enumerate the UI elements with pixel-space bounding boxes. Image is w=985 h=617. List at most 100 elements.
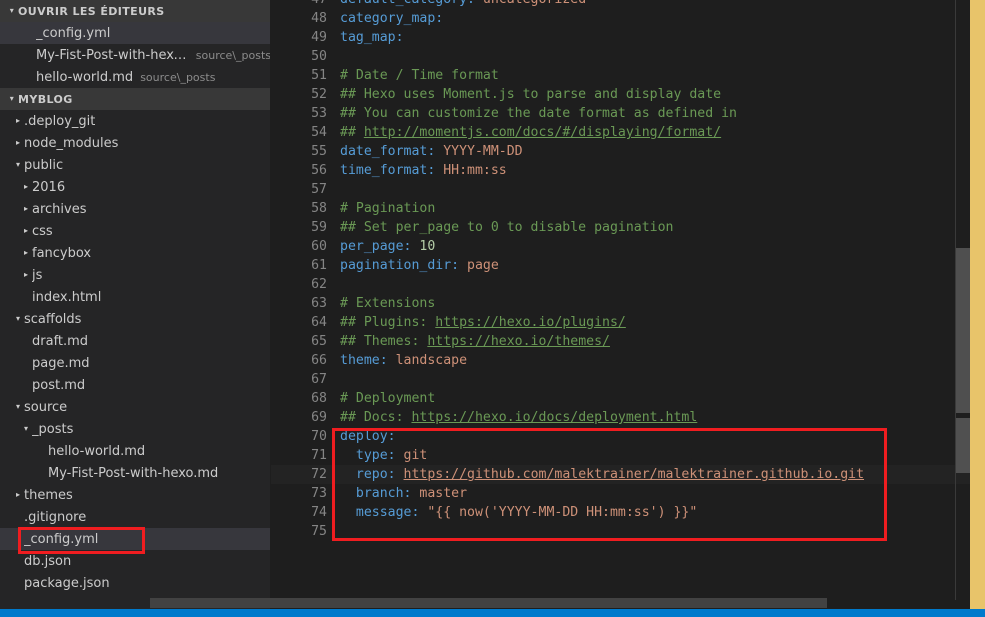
tree-item-label: post.md xyxy=(32,377,86,393)
code-line[interactable]: 59 ## Set per_page to 0 to disable pagina… xyxy=(271,218,985,237)
line-number: 54 xyxy=(311,125,327,140)
tree-item-themes[interactable]: ▸ themes xyxy=(0,484,271,506)
tree-item-post-md[interactable]: post.md xyxy=(0,374,271,396)
tree-item-source[interactable]: ▾ source xyxy=(0,396,271,418)
tree-item-2016[interactable]: ▸ 2016 xyxy=(0,176,271,198)
code-line[interactable]: 48 category_map: xyxy=(271,9,985,28)
tree-item-archives[interactable]: ▸ archives xyxy=(0,198,271,220)
section-header-open-editors[interactable]: ▾ OUVRIR LES ÉDITEURS xyxy=(0,0,271,22)
code-line[interactable]: 47default_category: uncategorized xyxy=(271,0,985,9)
tree-item-fancybox[interactable]: ▸ fancybox xyxy=(0,242,271,264)
code-link[interactable]: https://github.com/malektrainer/malektra… xyxy=(404,467,865,482)
chevron-down-icon: ▾ xyxy=(15,402,20,411)
code-token: theme: xyxy=(340,353,388,368)
tree-item-scaffolds[interactable]: ▾ scaffolds xyxy=(0,308,271,330)
code-line[interactable]: 51 # Date / Time format xyxy=(271,66,985,85)
code-token: # Extensions xyxy=(340,296,436,311)
code-token: HH:mm:ss xyxy=(435,163,507,178)
tree-item-db-json[interactable]: db.json xyxy=(0,550,271,572)
code-text: ## You can customize the date format as … xyxy=(271,104,985,123)
tree-item-label: index.html xyxy=(32,289,102,305)
code-line[interactable]: 69 ## Docs: https://hexo.io/docs/deployme… xyxy=(271,408,985,427)
code-line[interactable]: 49 tag_map: xyxy=(271,28,985,47)
tree-item-js[interactable]: ▸ js xyxy=(0,264,271,286)
open-editor-label: _config.yml xyxy=(36,25,111,41)
code-line[interactable]: 64 ## Plugins: https://hexo.io/plugins/ xyxy=(271,313,985,332)
code-text: # Date / Time format xyxy=(271,66,985,85)
chevron-right-icon: ▸ xyxy=(23,226,28,235)
vertical-scrollbar-thumb-secondary[interactable] xyxy=(956,418,970,473)
tree-item-my-fist-post-with-hexo-md[interactable]: My-Fist-Post-with-hexo.md xyxy=(0,462,271,484)
code-line[interactable]: 62 xyxy=(271,275,985,294)
code-line[interactable]: 72 repo: https://github.com/malektrainer… xyxy=(271,465,985,484)
code-link[interactable]: https://hexo.io/plugins/ xyxy=(435,315,626,330)
code-link[interactable]: https://hexo.io/themes/ xyxy=(427,334,610,349)
code-line[interactable]: 71 type: git xyxy=(271,446,985,465)
tree-item-public[interactable]: ▾ public xyxy=(0,154,271,176)
vertical-scrollbar-thumb[interactable] xyxy=(956,248,970,413)
code-token: repo: xyxy=(340,467,404,482)
tree-item-posts[interactable]: ▾ _posts xyxy=(0,418,271,440)
tree-item-deploy-git[interactable]: ▸ .deploy_git xyxy=(0,110,271,132)
code-line[interactable]: 70 deploy: xyxy=(271,427,985,446)
chevron-right-icon: ▸ xyxy=(23,204,28,213)
code-line[interactable]: 58 # Pagination xyxy=(271,199,985,218)
line-number: 73 xyxy=(311,486,327,501)
line-number: 48 xyxy=(311,11,327,26)
open-editor-item-my-fist-post[interactable]: My-Fist-Post-with-hexo.md source\_posts xyxy=(0,44,271,66)
line-number: 63 xyxy=(311,296,327,311)
code-line[interactable]: 53 ## You can customize the date format a… xyxy=(271,104,985,123)
code-line[interactable]: 67 xyxy=(271,370,985,389)
tree-item-label: themes xyxy=(24,487,73,503)
code-link[interactable]: http://momentjs.com/docs/#/displaying/fo… xyxy=(364,125,721,140)
code-editor[interactable]: 47default_category: uncategorized48categ… xyxy=(271,0,985,617)
tree-item-label: draft.md xyxy=(32,333,89,349)
code-line[interactable]: 74 message: "{{ now('YYYY-MM-DD HH:mm:ss… xyxy=(271,503,985,522)
tree-item-config-yml[interactable]: _config.yml xyxy=(0,528,271,550)
code-token: ## Docs: xyxy=(340,410,412,425)
open-editor-item-hello-world[interactable]: hello-world.md source\_posts xyxy=(0,66,271,88)
line-number: 55 xyxy=(311,144,327,159)
open-editor-item-config-yml[interactable]: _config.yml xyxy=(0,22,271,44)
code-line[interactable]: 57 xyxy=(271,180,985,199)
code-line[interactable]: 50 xyxy=(271,47,985,66)
tree-item-gitignore[interactable]: .gitignore xyxy=(0,506,271,528)
tree-item-node-modules[interactable]: ▸ node_modules xyxy=(0,132,271,154)
code-token: tag_map: xyxy=(340,30,404,45)
code-link[interactable]: https://hexo.io/docs/deployment.html xyxy=(411,410,697,425)
open-editor-label: My-Fist-Post-with-hexo.md xyxy=(36,47,189,63)
chevron-right-icon: ▸ xyxy=(23,182,28,191)
code-token: type: xyxy=(340,448,396,463)
code-line[interactable]: 56 time_format: HH:mm:ss xyxy=(271,161,985,180)
code-line[interactable]: 60 per_page: 10 xyxy=(271,237,985,256)
tree-item-css[interactable]: ▸ css xyxy=(0,220,271,242)
code-viewport[interactable]: 47default_category: uncategorized48categ… xyxy=(271,0,985,617)
code-token: default_category: xyxy=(340,0,475,7)
tree-item-draft-md[interactable]: draft.md xyxy=(0,330,271,352)
tree-item-page-md[interactable]: page.md xyxy=(0,352,271,374)
code-line[interactable]: 54 ## http://momentjs.com/docs/#/displayi… xyxy=(271,123,985,142)
horizontal-scrollbar-thumb[interactable] xyxy=(150,598,827,608)
status-bar[interactable] xyxy=(0,609,985,617)
section-header-myblog[interactable]: ▾ MYBLOG xyxy=(0,88,271,110)
code-line[interactable]: 63 # Extensions xyxy=(271,294,985,313)
code-line[interactable]: 73 branch: master xyxy=(271,484,985,503)
code-line[interactable]: 55 date_format: YYYY-MM-DD xyxy=(271,142,985,161)
code-line[interactable]: 66 theme: landscape xyxy=(271,351,985,370)
tree-item-package-json[interactable]: package.json xyxy=(0,572,271,594)
code-line[interactable]: 65 ## Themes: https://hexo.io/themes/ xyxy=(271,332,985,351)
line-number: 69 xyxy=(311,410,327,425)
chevron-down-icon: ▾ xyxy=(9,6,15,15)
tree-item-label: .deploy_git xyxy=(24,113,96,129)
code-text: date_format: YYYY-MM-DD xyxy=(271,142,985,161)
tree-item-hello-world-md[interactable]: hello-world.md xyxy=(0,440,271,462)
code-token: "{{ now('YYYY-MM-DD HH:mm:ss') }}" xyxy=(419,505,698,520)
code-line[interactable]: 61 pagination_dir: page xyxy=(271,256,985,275)
tree-item-index-html[interactable]: index.html xyxy=(0,286,271,308)
code-text: ## Set per_page to 0 to disable paginati… xyxy=(271,218,985,237)
chevron-right-icon: ▸ xyxy=(15,490,20,499)
code-line[interactable]: 52 ## Hexo uses Moment.js to parse and di… xyxy=(271,85,985,104)
code-line[interactable]: 68 # Deployment xyxy=(271,389,985,408)
code-line[interactable]: 75 xyxy=(271,522,985,541)
open-editor-path: source\_posts xyxy=(195,48,271,62)
